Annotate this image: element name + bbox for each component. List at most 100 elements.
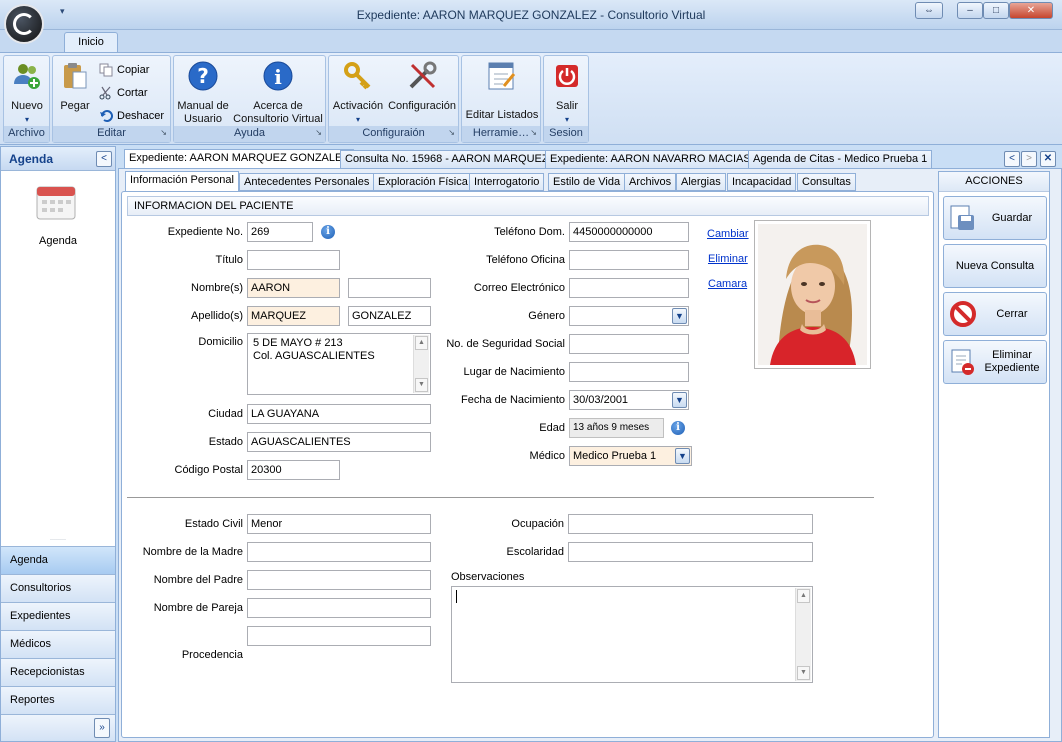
- cerrar-label: Cerrar: [996, 307, 1028, 320]
- cortar-label: Cortar: [117, 87, 148, 99]
- ocupacion-field[interactable]: [568, 514, 813, 534]
- ribbon: Nuevo ▾ Archivo Pegar Copiar Cortar Desh…: [0, 52, 1062, 145]
- activacion-button[interactable]: Activación ▾: [331, 60, 385, 126]
- nombre-padre-label: Nombre del Padre: [153, 574, 243, 586]
- chevron-down-icon[interactable]: ▼: [675, 448, 690, 464]
- pegar-button[interactable]: Pegar: [56, 60, 94, 113]
- observaciones-scrollbar[interactable]: ▲ ▼: [795, 588, 811, 681]
- nombre-field[interactable]: AARON: [247, 278, 340, 298]
- codigo-postal-field[interactable]: 20300: [247, 460, 340, 480]
- group-label-herramientas: Herramie… ↘: [462, 126, 540, 142]
- edad-field: 13 años 9 meses: [569, 418, 664, 438]
- correo-field[interactable]: [569, 278, 689, 298]
- tab-scroll-left-button[interactable]: <: [1004, 151, 1020, 167]
- ribbon-group-ayuda: ? Manual de Usuario i Acerca de Consulto…: [173, 55, 326, 143]
- dialog-launcher-icon[interactable]: ↘: [315, 125, 322, 140]
- tab-informacion-personal[interactable]: Información Personal: [125, 171, 239, 192]
- cambiar-foto-link[interactable]: Cambiar: [707, 228, 749, 240]
- eliminar-foto-link[interactable]: Eliminar: [708, 253, 748, 265]
- chevron-down-icon[interactable]: ▼: [672, 392, 687, 408]
- scroll-down-icon[interactable]: ▼: [797, 666, 810, 680]
- salir-button[interactable]: Salir ▾: [546, 60, 588, 126]
- telefono-dom-field[interactable]: 4450000000000: [569, 222, 689, 242]
- tab-archivos[interactable]: Archivos: [624, 173, 677, 191]
- genero-select[interactable]: ▼: [569, 306, 689, 326]
- scroll-up-icon[interactable]: ▲: [797, 589, 810, 603]
- manual-usuario-button[interactable]: ? Manual de Usuario: [176, 60, 230, 126]
- tab-incapacidad[interactable]: Incapacidad: [727, 173, 797, 191]
- agenda-big-label[interactable]: Agenda: [1, 235, 115, 247]
- nav-item-reportes[interactable]: Reportes: [1, 686, 115, 714]
- doc-tab-agenda-citas[interactable]: Agenda de Citas - Medico Prueba 1: [748, 150, 933, 169]
- nombre-padre-field[interactable]: [247, 570, 431, 590]
- deshacer-button[interactable]: Deshacer: [99, 109, 164, 123]
- doc-tab-expediente-aaron-navarro[interactable]: Expediente: AARON NAVARRO MACIAS: [545, 150, 756, 169]
- dialog-launcher-icon[interactable]: ↘: [160, 125, 167, 140]
- scroll-down-icon[interactable]: ▼: [415, 378, 428, 392]
- ribbon-tab-inicio[interactable]: Inicio: [64, 32, 118, 53]
- minimize-button[interactable]: –: [957, 2, 983, 19]
- nav-more-button[interactable]: »: [94, 718, 110, 738]
- restore-icon[interactable]: ⇔: [915, 2, 943, 19]
- tab-estilo-de-vida[interactable]: Estilo de Vida: [548, 173, 626, 191]
- group-label-ayuda: Ayuda ↘: [174, 126, 325, 142]
- tab-consultas[interactable]: Consultas: [797, 173, 856, 191]
- manual-label-1: Manual de: [177, 100, 229, 112]
- nav-item-expedientes[interactable]: Expedientes: [1, 602, 115, 630]
- cortar-button[interactable]: Cortar: [99, 86, 148, 100]
- medico-select[interactable]: Medico Prueba 1 ▼: [569, 446, 692, 466]
- nuevo-button[interactable]: Nuevo ▾: [6, 60, 48, 126]
- close-tab-button[interactable]: ✕: [1040, 151, 1056, 167]
- titulo-field[interactable]: [247, 250, 340, 270]
- acerca-de-button[interactable]: i Acerca de Consultorio Virtual: [230, 60, 326, 126]
- close-window-button[interactable]: ✕: [1009, 2, 1053, 19]
- nav-item-agenda[interactable]: Agenda: [1, 546, 115, 574]
- escolaridad-field[interactable]: [568, 542, 813, 562]
- estado-field[interactable]: AGUASCALIENTES: [247, 432, 431, 452]
- observaciones-textarea[interactable]: ▲ ▼: [451, 586, 813, 683]
- nuevo-label: Nuevo: [11, 100, 43, 112]
- cerrar-button[interactable]: Cerrar: [943, 292, 1047, 336]
- tab-scroll-right-button[interactable]: >: [1021, 151, 1037, 167]
- procedencia-field[interactable]: [247, 626, 431, 646]
- editar-listados-button[interactable]: Editar Listados: [464, 60, 540, 122]
- tab-interrogatorio[interactable]: Interrogatorio: [469, 173, 545, 191]
- domicilio-textarea[interactable]: 5 DE MAYO # 213 Col. AGUASCALIENTES ▲ ▼: [247, 333, 431, 395]
- tab-antecedentes-personales[interactable]: Antecedentes Personales: [239, 173, 375, 191]
- nueva-consulta-button[interactable]: Nueva Consulta: [943, 244, 1047, 288]
- app-menu-button[interactable]: [4, 4, 44, 44]
- nss-field[interactable]: [569, 334, 689, 354]
- doc-tab-expediente-aaron-marquez[interactable]: Expediente: AARON MARQUEZ GONZALEZ: [124, 149, 355, 169]
- expediente-field[interactable]: 269: [247, 222, 313, 242]
- maximize-button[interactable]: □: [983, 2, 1009, 19]
- dialog-launcher-icon[interactable]: ↘: [530, 125, 537, 140]
- nav-item-medicos[interactable]: Médicos: [1, 630, 115, 658]
- doc-tab-consulta[interactable]: Consulta No. 15968 - AARON MARQUEZ: [340, 150, 554, 169]
- guardar-button[interactable]: Guardar: [943, 196, 1047, 240]
- eliminar-label-1: Eliminar: [992, 349, 1032, 361]
- info-icon[interactable]: i: [671, 421, 685, 435]
- nombre-pareja-field[interactable]: [247, 598, 431, 618]
- tab-exploracion-fisica[interactable]: Exploración Física: [373, 173, 473, 191]
- copiar-button[interactable]: Copiar: [99, 63, 149, 77]
- configuracion-button[interactable]: Configuración: [387, 60, 457, 113]
- splitter-grip[interactable]: ········: [1, 537, 115, 543]
- nav-item-consultorios[interactable]: Consultorios: [1, 574, 115, 602]
- nav-item-recepcionistas[interactable]: Recepcionistas: [1, 658, 115, 686]
- calendar-icon[interactable]: [33, 183, 81, 223]
- collapse-pane-button[interactable]: <: [96, 151, 112, 167]
- camara-link[interactable]: Camara: [708, 278, 747, 290]
- eliminar-expediente-button[interactable]: Eliminar Expediente: [943, 340, 1047, 384]
- telefono-oficina-field[interactable]: [569, 250, 689, 270]
- chevron-down-icon[interactable]: ▼: [672, 308, 687, 324]
- fecha-nacimiento-picker[interactable]: 30/03/2001 ▼: [569, 390, 689, 410]
- observaciones-label: Observaciones: [451, 571, 525, 583]
- ciudad-field[interactable]: LA GUAYANA: [247, 404, 431, 424]
- tab-alergias[interactable]: Alergias: [676, 173, 726, 191]
- dialog-launcher-icon[interactable]: ↘: [448, 125, 455, 140]
- lugar-nacimiento-field[interactable]: [569, 362, 689, 382]
- info-icon[interactable]: i: [321, 225, 335, 239]
- editar-listados-label: Editar Listados: [465, 109, 539, 121]
- apellido-paterno-field[interactable]: MARQUEZ: [247, 306, 340, 326]
- cancel-icon: [950, 301, 976, 327]
